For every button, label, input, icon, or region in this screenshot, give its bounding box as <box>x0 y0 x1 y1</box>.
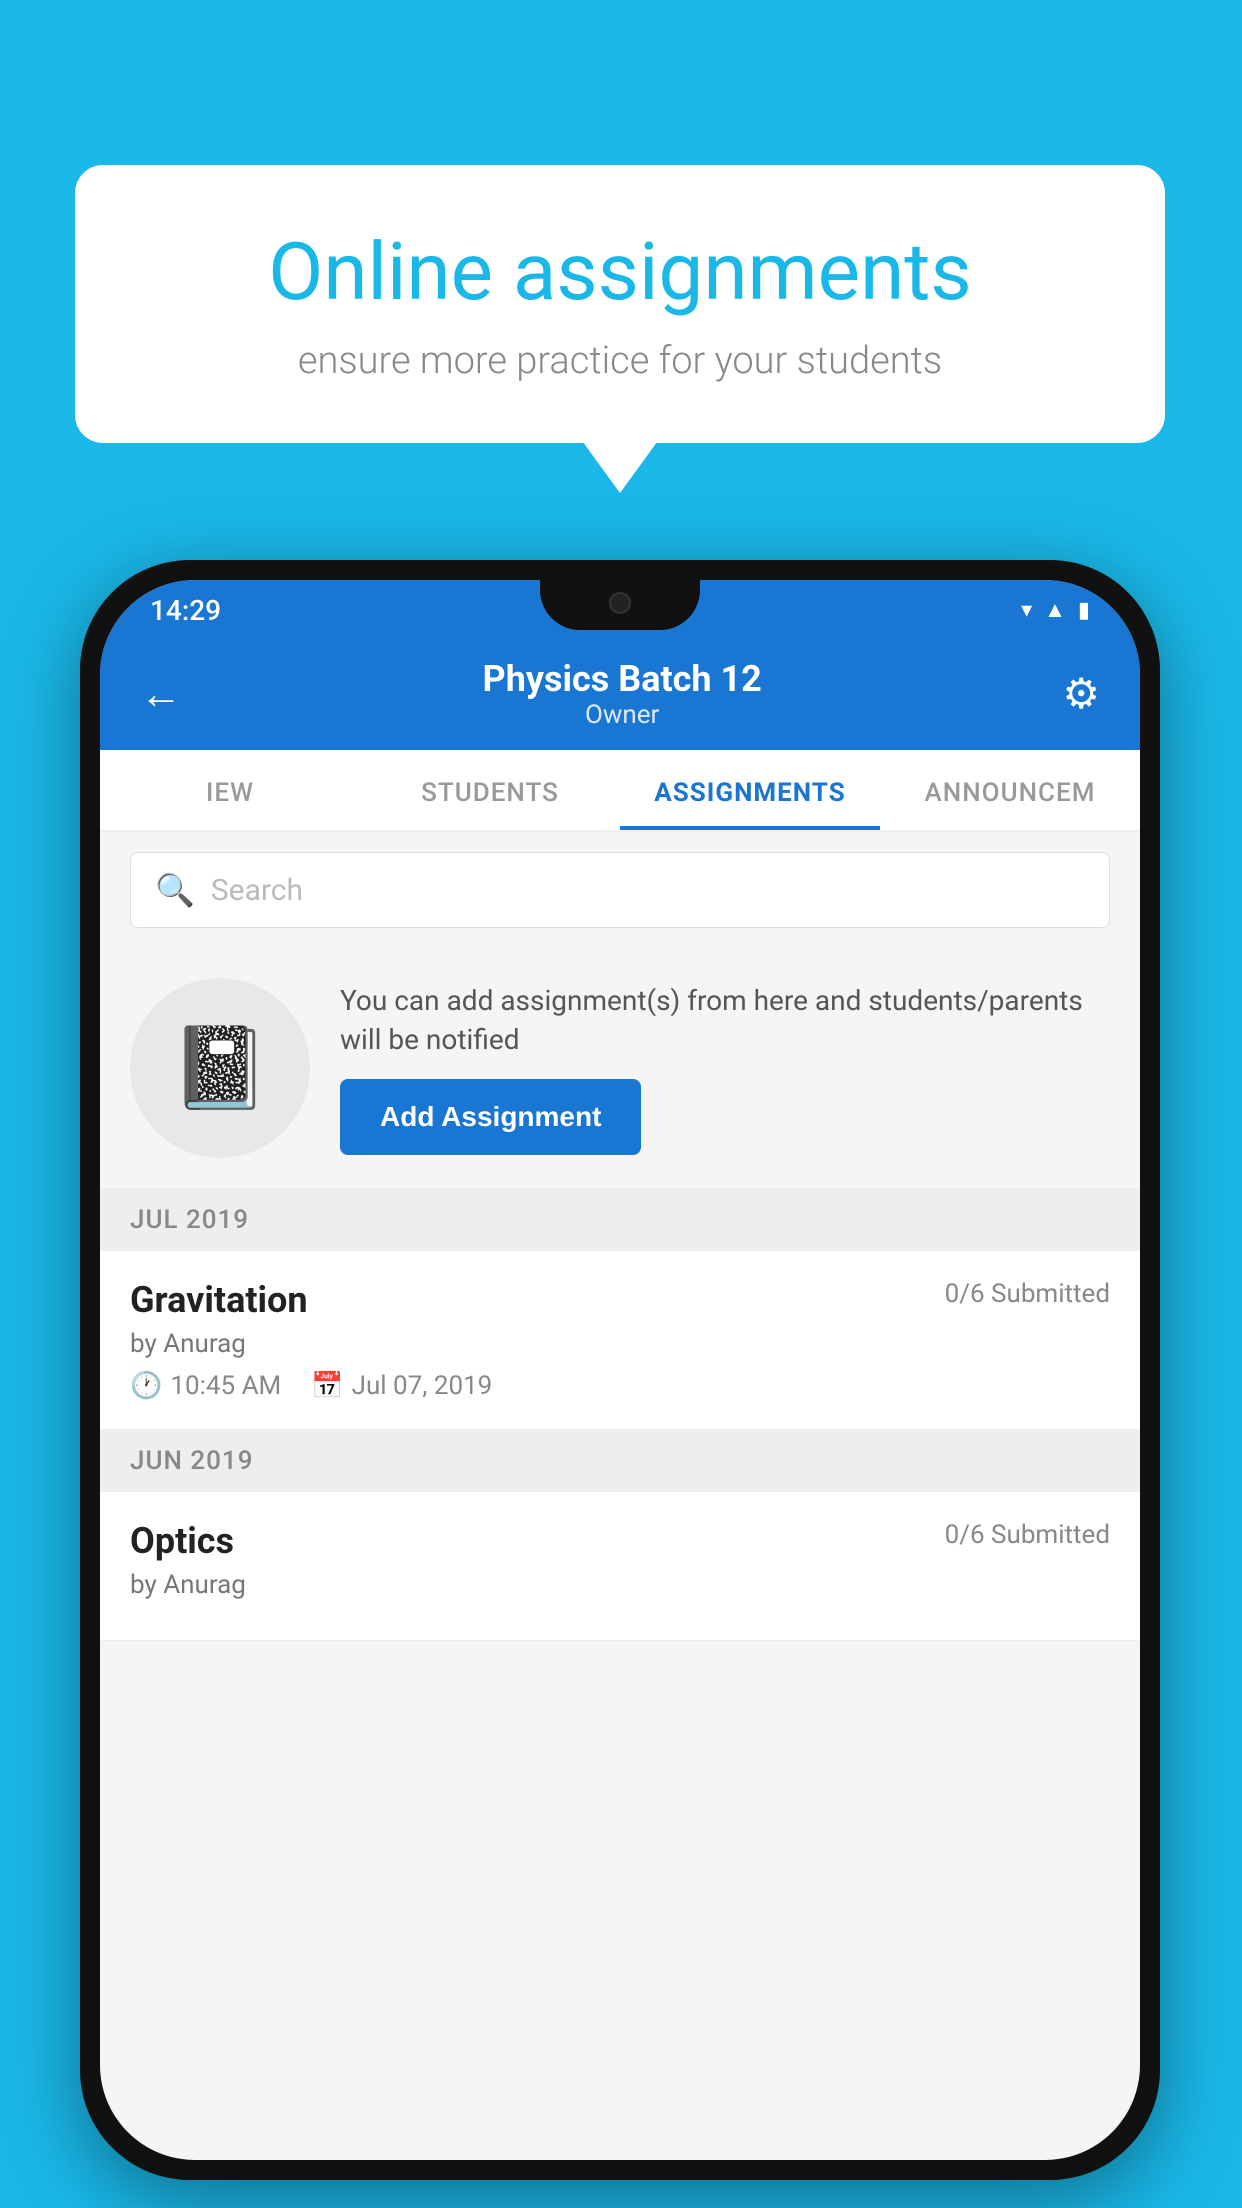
calendar-icon: 📅 <box>311 1371 343 1401</box>
notebook-icon: 📓 <box>170 1021 270 1115</box>
tab-assignments[interactable]: ASSIGNMENTS <box>620 750 880 830</box>
signal-icon: ▲ <box>1044 597 1066 623</box>
assignment-submitted: 0/6 Submitted <box>945 1279 1110 1309</box>
battery-icon: ▮ <box>1078 598 1090 623</box>
header-subtitle: Owner <box>483 700 762 730</box>
section-header-jun: JUN 2019 <box>100 1430 1140 1492</box>
phone-frame: 14:29 ▾ ▲ ▮ ← Physics Batch 12 Owner ⚙ I… <box>80 560 1160 2180</box>
notch <box>540 580 700 630</box>
speech-bubble: Online assignments ensure more practice … <box>75 165 1165 443</box>
assignment-name-optics: Optics <box>130 1520 234 1562</box>
promo-content: You can add assignment(s) from here and … <box>340 981 1110 1155</box>
back-button[interactable]: ← <box>140 670 182 719</box>
tab-announcements[interactable]: ANNOUNCEM <box>880 750 1140 830</box>
section-header-jul: JUL 2019 <box>100 1189 1140 1251</box>
tab-overview[interactable]: IEW <box>100 750 360 830</box>
meta-date-value: Jul 07, 2019 <box>352 1371 493 1401</box>
meta-time-value: 10:45 AM <box>170 1371 281 1401</box>
tabs-bar: IEW STUDENTS ASSIGNMENTS ANNOUNCEM <box>100 750 1140 832</box>
assignment-author-optics: by Anurag <box>130 1570 1110 1600</box>
search-placeholder: Search <box>211 873 303 908</box>
promo-icon-circle: 📓 <box>130 978 310 1158</box>
meta-time: 🕐 10:45 AM <box>130 1371 281 1401</box>
promo-text: You can add assignment(s) from here and … <box>340 981 1110 1059</box>
search-icon: 🔍 <box>155 871 195 909</box>
status-time: 14:29 <box>150 594 221 627</box>
app-header: ← Physics Batch 12 Owner ⚙ <box>100 640 1140 750</box>
assignment-row1: Gravitation 0/6 Submitted <box>130 1279 1110 1321</box>
speech-bubble-container: Online assignments ensure more practice … <box>75 165 1165 443</box>
assignment-item-optics[interactable]: Optics 0/6 Submitted by Anurag <box>100 1492 1140 1641</box>
search-bar[interactable]: 🔍 Search <box>130 852 1110 928</box>
notch-camera <box>609 592 631 614</box>
add-assignment-button[interactable]: Add Assignment <box>340 1079 641 1155</box>
header-center: Physics Batch 12 Owner <box>483 658 762 730</box>
phone-inner: 14:29 ▾ ▲ ▮ ← Physics Batch 12 Owner ⚙ I… <box>100 580 1140 2160</box>
clock-icon: 🕐 <box>130 1371 162 1401</box>
assignment-row1-optics: Optics 0/6 Submitted <box>130 1520 1110 1562</box>
bubble-title: Online assignments <box>155 225 1085 319</box>
assignment-item-gravitation[interactable]: Gravitation 0/6 Submitted by Anurag 🕐 10… <box>100 1251 1140 1430</box>
assignment-submitted-optics: 0/6 Submitted <box>945 1520 1110 1550</box>
bubble-subtitle: ensure more practice for your students <box>155 339 1085 383</box>
wifi-icon: ▾ <box>1021 598 1032 623</box>
assignment-author: by Anurag <box>130 1329 1110 1359</box>
promo-section: 📓 You can add assignment(s) from here an… <box>100 948 1140 1189</box>
meta-date: 📅 Jul 07, 2019 <box>311 1371 492 1401</box>
assignment-meta: 🕐 10:45 AM 📅 Jul 07, 2019 <box>130 1371 1110 1401</box>
header-title: Physics Batch 12 <box>483 658 762 700</box>
status-bar: 14:29 ▾ ▲ ▮ <box>100 580 1140 640</box>
status-icons: ▾ ▲ ▮ <box>1021 597 1090 623</box>
settings-icon[interactable]: ⚙ <box>1062 669 1100 719</box>
assignment-name: Gravitation <box>130 1279 308 1321</box>
tab-students[interactable]: STUDENTS <box>360 750 620 830</box>
